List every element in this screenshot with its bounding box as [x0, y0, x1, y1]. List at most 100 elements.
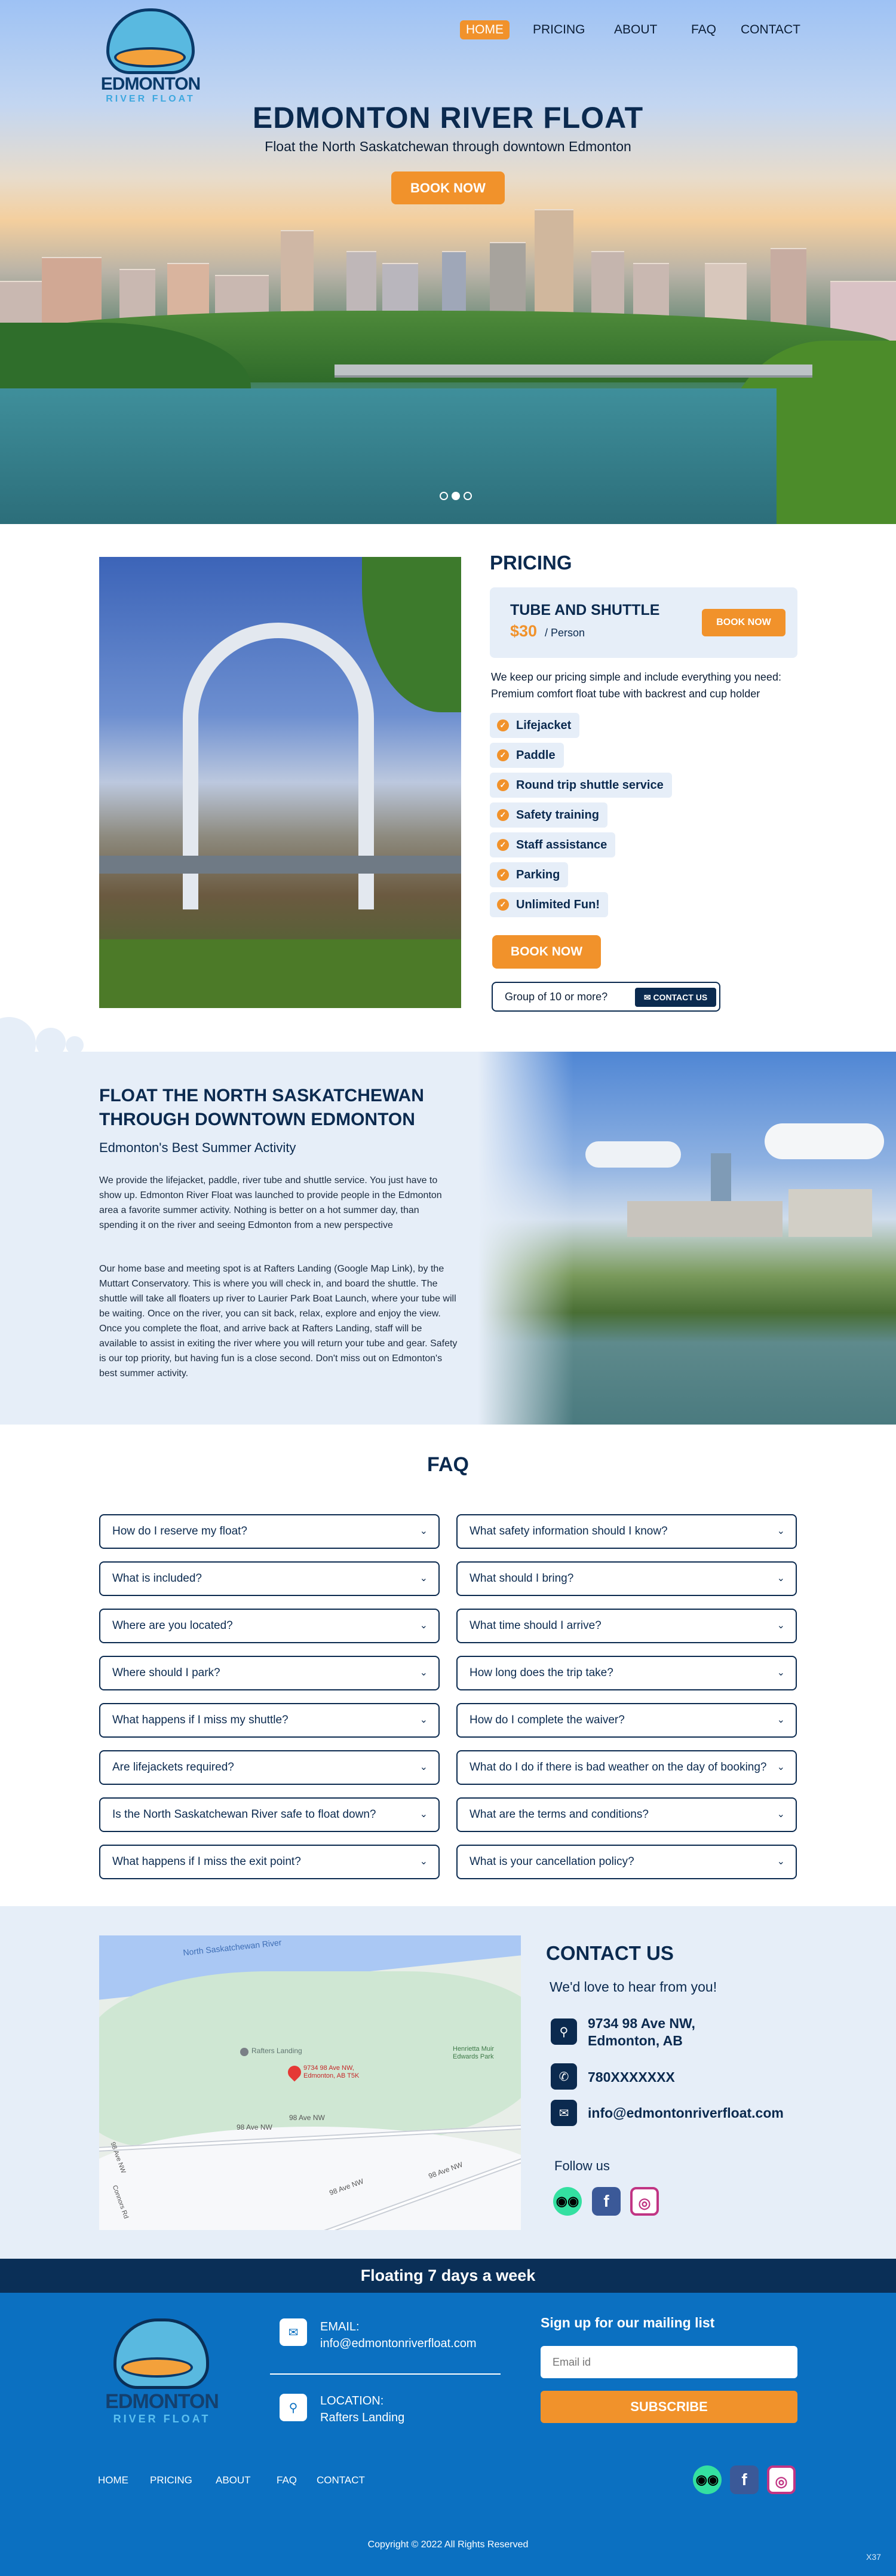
- cloud: [765, 1123, 884, 1159]
- contact-email[interactable]: info@edmontonriverfloat.com: [588, 2105, 784, 2121]
- hero-section: EDMONTON RIVER FLOAT HOME PRICING ABOUT …: [0, 0, 896, 524]
- faq-question: What are the terms and conditions?: [470, 1808, 649, 1821]
- footer-nav-faq[interactable]: FAQ: [277, 2474, 297, 2486]
- faq-item[interactable]: Is the North Saskatchewan River safe to …: [99, 1797, 440, 1832]
- pricing-book-button[interactable]: BOOK NOW: [492, 935, 601, 969]
- mailing-email-input[interactable]: [541, 2346, 797, 2378]
- faq-item[interactable]: Where are you located? ⌄: [99, 1609, 440, 1643]
- footer-nav-contact[interactable]: CONTACT: [317, 2474, 365, 2486]
- about-title-line: THROUGH DOWNTOWN EDMONTON: [99, 1110, 415, 1129]
- faq-item[interactable]: What happens if I miss my shuttle? ⌄: [99, 1703, 440, 1738]
- hero-book-button[interactable]: BOOK NOW: [391, 171, 505, 204]
- footer-email-label: EMAIL:: [320, 2320, 360, 2333]
- contact-phone[interactable]: 780XXXXXXX: [588, 2069, 675, 2085]
- faq-item[interactable]: Are lifejackets required? ⌄: [99, 1750, 440, 1785]
- footer-tripadvisor-icon[interactable]: ◉◉: [693, 2465, 722, 2494]
- chevron-down-icon: ⌄: [419, 1762, 428, 1772]
- faq-item[interactable]: Where should I park? ⌄: [99, 1656, 440, 1690]
- map-park-label: Henrietta Muir Edwards Park: [453, 2045, 495, 2060]
- faq-question: What is included?: [112, 1572, 202, 1585]
- tripadvisor-icon[interactable]: ◉◉: [553, 2187, 582, 2216]
- nav-about[interactable]: ABOUT: [614, 23, 657, 37]
- faq-question: How do I reserve my float?: [112, 1525, 247, 1537]
- slider-dot-1[interactable]: [440, 492, 448, 500]
- contact-address: 9734 98 Ave NW, Edmonton, AB: [588, 2015, 695, 2050]
- site-logo[interactable]: EDMONTON RIVER FLOAT: [98, 8, 203, 104]
- faq-question: What happens if I miss my shuttle?: [112, 1714, 289, 1726]
- location-map[interactable]: North Saskatchewan River Rafters Landing…: [99, 1935, 521, 2230]
- feature-label: Parking: [516, 868, 560, 881]
- footer-logo[interactable]: Floating 7 days a week EDMONTON RIVER FL…: [99, 2318, 225, 2426]
- feature-label: Unlimited Fun!: [516, 898, 600, 911]
- faq-item[interactable]: How do I complete the waiver? ⌄: [456, 1703, 797, 1738]
- footer-nav-pricing[interactable]: PRICING: [150, 2474, 192, 2486]
- footer-divider: [270, 2373, 501, 2375]
- slider-dot-3[interactable]: [464, 492, 472, 500]
- faq-question: How long does the trip take?: [470, 1667, 613, 1679]
- price-card-book-button[interactable]: BOOK NOW: [702, 609, 785, 636]
- pricing-section: PRICING TUBE AND SHUTTLE $30 / Person BO…: [0, 524, 896, 1052]
- group-booking-box: Group of 10 or more? ✉ CONTACT US: [492, 982, 720, 1012]
- faq-item[interactable]: What do I do if there is bad weather on …: [456, 1750, 797, 1785]
- chevron-down-icon: ⌄: [777, 1668, 785, 1678]
- logo-text-primary: EDMONTON: [100, 74, 201, 94]
- check-icon: ✓: [497, 839, 509, 851]
- faq-question: Where should I park?: [112, 1667, 220, 1679]
- faq-item[interactable]: What safety information should I know? ⌄: [456, 1514, 797, 1549]
- nav-home[interactable]: HOME: [460, 20, 510, 39]
- faq-item[interactable]: What should I bring? ⌄: [456, 1561, 797, 1596]
- faq-item[interactable]: What are the terms and conditions? ⌄: [456, 1797, 797, 1832]
- faq-question: How do I complete the waiver?: [470, 1714, 625, 1726]
- nav-pricing[interactable]: PRICING: [533, 23, 585, 37]
- nav-faq[interactable]: FAQ: [691, 23, 716, 37]
- about-title: FLOAT THE NORTH SASKATCHEWAN THROUGH DOW…: [99, 1084, 424, 1132]
- footer-nav-about[interactable]: ABOUT: [216, 2474, 251, 2486]
- river: [0, 388, 777, 524]
- slider-dot-2[interactable]: [452, 492, 460, 500]
- faq-item[interactable]: What is included? ⌄: [99, 1561, 440, 1596]
- faq-question: What should I bring?: [470, 1572, 574, 1585]
- footer-nav-home[interactable]: HOME: [98, 2474, 128, 2486]
- photo-fade: [478, 1052, 573, 1425]
- footer-facebook-icon[interactable]: f: [730, 2465, 759, 2494]
- faq-item[interactable]: How do I reserve my float? ⌄: [99, 1514, 440, 1549]
- check-icon: ✓: [497, 749, 509, 761]
- address-line: 9734 98 Ave NW,: [588, 2016, 695, 2031]
- group-contact-button[interactable]: ✉ CONTACT US: [635, 988, 716, 1007]
- price-per: / Person: [545, 627, 585, 639]
- email-icon: ✉: [280, 2318, 307, 2346]
- footer-email-value[interactable]: info@edmontonriverfloat.com: [320, 2337, 477, 2350]
- chevron-down-icon: ⌄: [419, 1715, 428, 1725]
- about-subtitle: Edmonton's Best Summer Activity: [99, 1140, 296, 1155]
- faq-item[interactable]: What is your cancellation policy? ⌄: [456, 1845, 797, 1879]
- map-road-label: 98 Ave NW: [237, 2123, 272, 2131]
- instagram-icon[interactable]: ◎: [630, 2187, 659, 2216]
- logo-raft: [114, 47, 186, 68]
- pricing-description: We keep our pricing simple and include e…: [491, 671, 781, 700]
- about-section: FLOAT THE NORTH SASKATCHEWAN THROUGH DOW…: [0, 1017, 896, 1452]
- footer: Floating 7 days a week Floating 7 days a…: [0, 2259, 896, 2576]
- feature-item: ✓ Lifejacket: [490, 713, 580, 738]
- footer-location-label: LOCATION:: [320, 2394, 384, 2407]
- feature-item: ✓ Unlimited Fun!: [490, 892, 608, 917]
- chevron-down-icon: ⌄: [419, 1621, 428, 1631]
- check-icon: ✓: [497, 899, 509, 911]
- photo-foliage: [362, 557, 461, 712]
- footer-location-value: Rafters Landing: [320, 2411, 405, 2424]
- logo-text-secondary: RIVER FLOAT: [113, 2413, 211, 2425]
- check-icon: ✓: [497, 869, 509, 881]
- bubble-decoration: [66, 1036, 84, 1054]
- footer-instagram-icon[interactable]: ◎: [767, 2465, 796, 2494]
- facebook-icon[interactable]: f: [592, 2187, 621, 2216]
- faq-item[interactable]: What time should I arrive? ⌄: [456, 1609, 797, 1643]
- contact-section: North Saskatchewan River Rafters Landing…: [0, 1906, 896, 2259]
- nav-contact[interactable]: CONTACT: [741, 23, 800, 37]
- group-contact-label: CONTACT US: [653, 993, 708, 1002]
- faq-item[interactable]: What happens if I miss the exit point? ⌄: [99, 1845, 440, 1879]
- subscribe-button[interactable]: SUBSCRIBE: [541, 2391, 797, 2423]
- skyline-block: [788, 1189, 872, 1237]
- downtown-photo: [478, 1052, 896, 1425]
- mailing-list-title: Sign up for our mailing list: [541, 2315, 715, 2330]
- faq-item[interactable]: How long does the trip take? ⌄: [456, 1656, 797, 1690]
- location-pin-icon: ⚲: [280, 2394, 307, 2421]
